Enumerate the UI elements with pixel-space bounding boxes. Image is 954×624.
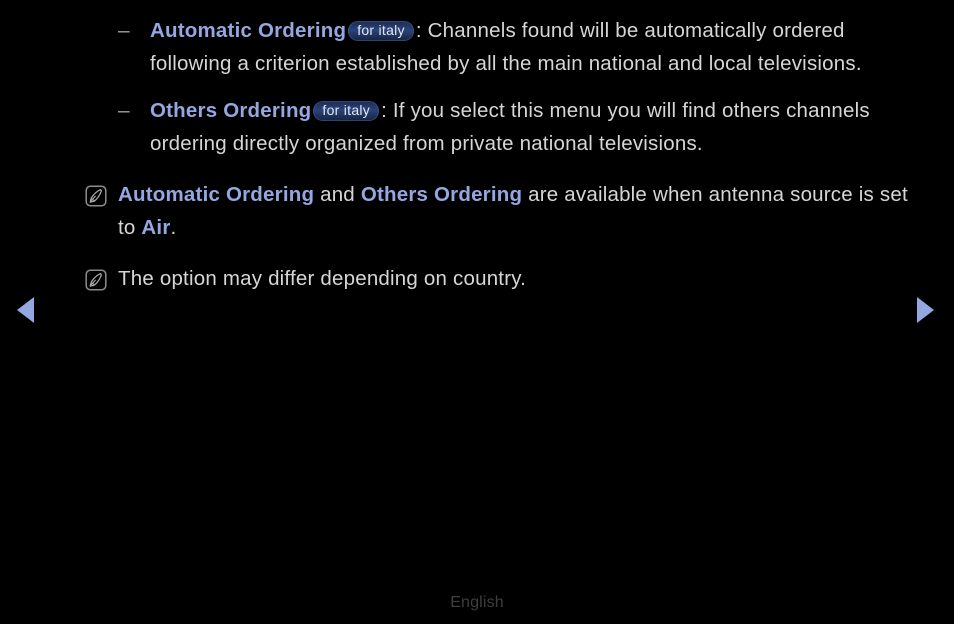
language-label[interactable]: English xyxy=(0,592,954,614)
colon-separator: : xyxy=(415,19,428,42)
previous-page-arrow[interactable] xyxy=(10,292,40,328)
e-manual-page: – Automatic Ordering for italy: Channels … xyxy=(0,0,954,624)
for-italy-badge: for italy xyxy=(348,21,414,41)
list-item-body: Others Ordering for italy: If you select … xyxy=(150,94,924,160)
note-pencil-icon xyxy=(85,178,118,207)
note-body: Automatic Ordering and Others Ordering a… xyxy=(118,178,924,244)
menu-term-air[interactable]: Air xyxy=(141,216,170,239)
triangle-right-icon xyxy=(916,297,934,323)
content-area: – Automatic Ordering for italy: Channels … xyxy=(0,0,954,295)
note-item: The option may differ depending on count… xyxy=(0,262,954,295)
dash-bullet-marker: – xyxy=(118,99,130,122)
list-item: – Automatic Ordering for italy: Channels … xyxy=(0,14,954,80)
menu-term-others-ordering[interactable]: Others Ordering xyxy=(150,99,311,122)
colon-separator: : xyxy=(381,99,393,122)
note-pencil-icon xyxy=(85,262,118,291)
menu-term-automatic-ordering[interactable]: Automatic Ordering xyxy=(150,19,346,42)
triangle-left-icon xyxy=(16,297,34,323)
menu-term-automatic-ordering[interactable]: Automatic Ordering xyxy=(118,183,314,206)
note-item: Automatic Ordering and Others Ordering a… xyxy=(0,178,954,244)
next-page-arrow[interactable] xyxy=(910,292,940,328)
note-end-text: . xyxy=(170,216,177,239)
note-connector-text: and xyxy=(314,183,361,206)
note-body: The option may differ depending on count… xyxy=(118,267,527,290)
menu-term-others-ordering[interactable]: Others Ordering xyxy=(361,183,522,206)
list-item: – Others Ordering for italy: If you selec… xyxy=(0,94,954,160)
dash-bullet-marker: – xyxy=(118,19,130,42)
list-item-body: Automatic Ordering for italy: Channels fo… xyxy=(150,14,924,80)
for-italy-badge: for italy xyxy=(313,101,380,121)
